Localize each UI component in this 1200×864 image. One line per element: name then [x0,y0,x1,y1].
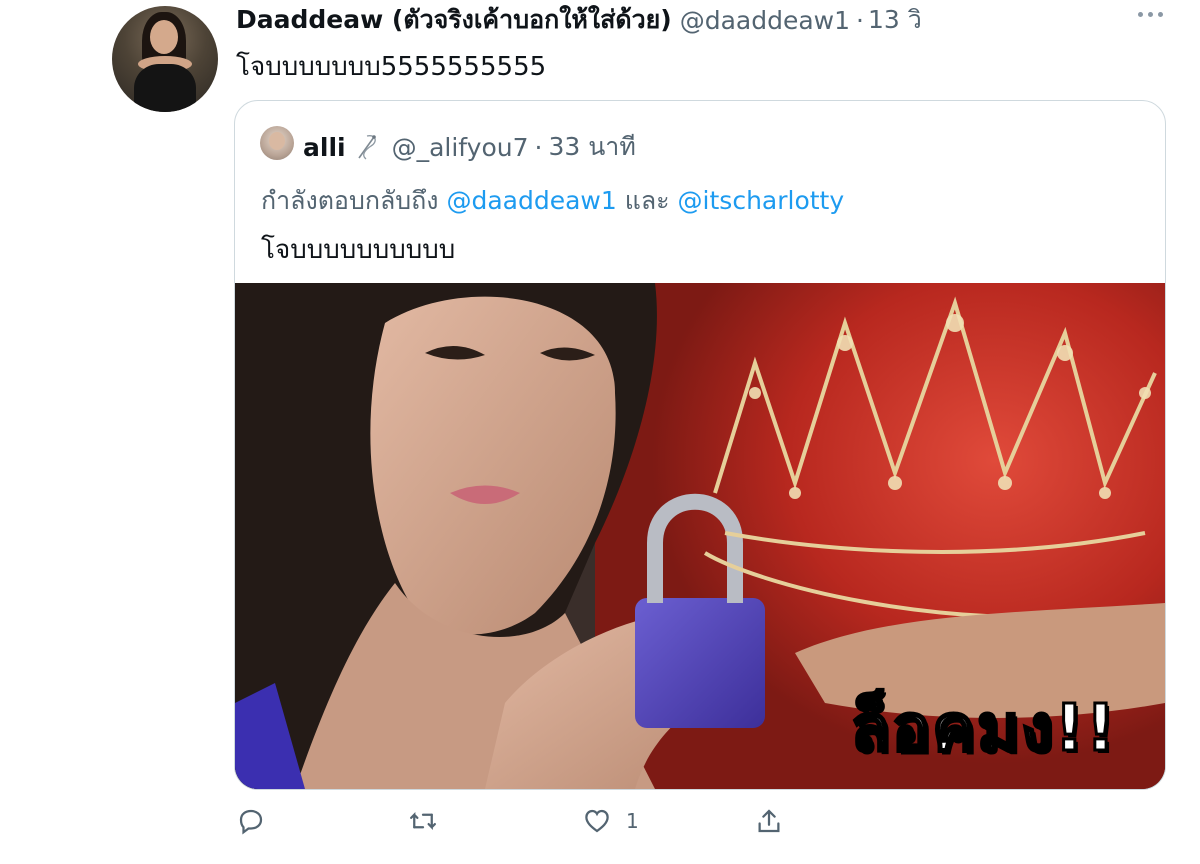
like-count: 1 [626,809,639,833]
quoted-author-display-name: alli [303,132,346,162]
quoted-tweet-text: โจบบบบบบบบบบ [261,235,456,265]
retweet-icon [410,812,436,830]
author-display-name[interactable]: Daaddeaw (ตัวจริงเค้าบอกให้ใส่ด้วย) [236,0,672,40]
author-avatar[interactable] [112,6,218,112]
author-handle[interactable]: @daaddeaw1 [680,6,850,35]
tweet-timestamp[interactable]: 13 วิ [868,0,922,40]
like-button[interactable]: 1 [582,806,639,836]
mention-daaddeaw1[interactable]: @daaddeaw1 [446,186,616,215]
replying-to: กำลังตอบกลับถึง @daaddeaw1 และ @itscharl… [261,181,844,221]
tweet-text: โจบบบบบบบ5555555555 [236,52,547,82]
image-caption: ล็อคมง!! [849,691,1117,768]
share-button[interactable] [754,806,784,836]
replying-to-label: กำลังตอบกลับถึง [261,186,439,215]
quoted-tweet-header: alli @_alifyou7 · 33 นาที [303,127,636,167]
quoted-tweet-timestamp: 33 นาที [548,132,636,161]
share-icon [758,809,780,833]
quoted-tweet[interactable]: alli @_alifyou7 · 33 นาที กำลังตอบกลับถึ… [234,100,1166,790]
reply-button[interactable] [236,806,266,836]
quoted-author-handle: @_alifyou7 [391,132,529,162]
tweet: Daaddeaw (ตัวจริงเค้าบอกให้ใส่ด้วย) @daa… [0,0,1200,864]
more-options-icon[interactable] [1138,12,1163,17]
retweet-button[interactable] [408,806,438,836]
tweet-header: Daaddeaw (ตัวจริงเค้าบอกให้ใส่ด้วย) @daa… [236,3,922,37]
header-separator: · [856,5,864,35]
quoted-author-avatar [260,126,294,160]
quoted-tweet-image[interactable]: ล็อคมง!! [235,283,1165,789]
quoted-header-separator: · [534,132,543,162]
heart-icon [585,809,609,833]
reply-icon [239,809,263,835]
pin-emoji-icon [352,132,382,162]
mention-itscharlotty[interactable]: @itscharlotty [678,186,845,215]
replying-to-and: และ [624,186,670,215]
tweet-actions: 1 [236,806,796,846]
